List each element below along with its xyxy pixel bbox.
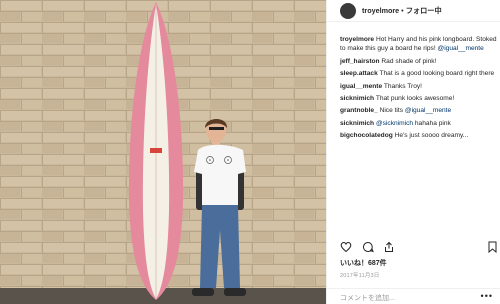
comment-item: jeff_hairston Rad shade of pink! — [340, 57, 498, 66]
comment-text: That punk looks awesome! — [375, 95, 455, 103]
comment-username[interactable]: sicknimich — [340, 95, 374, 102]
share-icon[interactable] — [383, 240, 395, 258]
comment-mention[interactable]: @igual__mente — [405, 107, 451, 114]
comment-item: grantnoble_ Nice tits @igual__mente — [340, 106, 498, 115]
comment-text: hahaha pink — [414, 119, 451, 127]
comment-username[interactable]: grantnoble_ — [340, 107, 378, 114]
more-options-icon[interactable]: ••• — [481, 291, 493, 301]
comment-item: sleep.attack That is a good looking boar… — [340, 69, 498, 78]
comment-text: Rad shade of pink! — [381, 57, 437, 65]
post-photo[interactable] — [0, 0, 326, 304]
comment-text: That is a good looking board right there — [379, 70, 495, 78]
following-button[interactable]: フォロー中 — [406, 6, 442, 16]
comment-item: bigchocolatedog He's just soooo dreamy..… — [340, 131, 498, 140]
likes-count[interactable]: いいね！687件 — [340, 258, 387, 268]
post-side-panel: troyelmore • フォロー中 troyelmore Hot Harry … — [326, 0, 500, 304]
comment-username[interactable]: sicknimich — [340, 120, 374, 127]
comment-text: He's just soooo dreamy... — [394, 132, 469, 140]
comment-item: troyelmore Hot Harry and his pink longbo… — [340, 35, 498, 54]
separator-dot: • — [401, 6, 404, 15]
comment-username[interactable]: bigchocolatedog — [340, 132, 393, 139]
heart-icon[interactable] — [340, 240, 352, 258]
post-header: troyelmore • フォロー中 — [327, 0, 500, 22]
avatar[interactable] — [340, 2, 356, 19]
add-comment-bar: コメントを追加... ••• — [327, 288, 500, 304]
comment-item: sicknimich That punk looks awesome! — [340, 94, 498, 103]
comment-text: Nice tits — [379, 107, 404, 115]
bookmark-icon[interactable] — [487, 240, 498, 258]
action-bar — [340, 240, 498, 254]
instagram-post-view: troyelmore • フォロー中 troyelmore Hot Harry … — [0, 0, 500, 304]
comment-text: Thanks Troy! — [383, 82, 422, 90]
comment-username[interactable]: jeff_hairston — [340, 58, 380, 65]
comments-list: troyelmore Hot Harry and his pink longbo… — [340, 35, 498, 144]
comment-item: igual__mente Thanks Troy! — [340, 82, 498, 91]
post-date: 2017年11月3日 — [340, 273, 380, 279]
comment-username[interactable]: sleep.attack — [340, 70, 378, 77]
comment-mention[interactable]: @igual__mente — [438, 45, 484, 52]
comment-username[interactable]: troyelmore — [340, 36, 374, 43]
add-comment-input[interactable]: コメントを追加... — [340, 293, 395, 303]
post-username[interactable]: troyelmore — [362, 6, 399, 15]
comment-mention[interactable]: @sicknimich — [376, 120, 413, 127]
comment-item: sicknimich @sicknimich hahaha pink — [340, 119, 498, 128]
comment-username[interactable]: igual__mente — [340, 83, 382, 90]
comment-icon[interactable] — [362, 240, 374, 258]
photo-illustration — [0, 0, 326, 304]
